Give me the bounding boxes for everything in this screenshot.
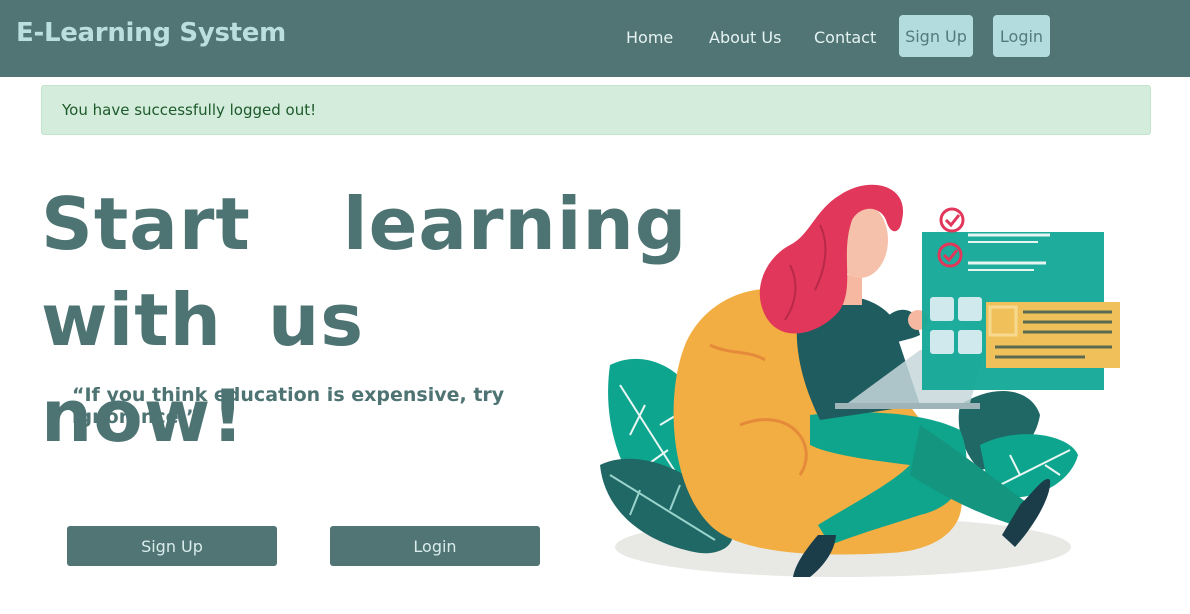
headline-line-2: with us now! (41, 278, 365, 458)
alert-message: You have successfully logged out! (62, 101, 317, 119)
hero-signup-button[interactable]: Sign Up (67, 526, 277, 566)
nav-contact-link[interactable]: Contact (814, 28, 876, 47)
nav-login-button[interactable]: Login (993, 15, 1050, 57)
woman-studying-illustration (600, 184, 1120, 577)
nav-home-link[interactable]: Home (626, 28, 673, 47)
hero-login-button[interactable]: Login (330, 526, 540, 566)
brand-title[interactable]: E-Learning System (16, 18, 286, 48)
nav-signup-button[interactable]: Sign Up (899, 15, 973, 57)
hero-quote: “If you think education is expensive, tr… (72, 384, 505, 428)
navbar: E-Learning System Home About Us Contact … (0, 0, 1190, 77)
nav-about-link[interactable]: About Us (709, 28, 781, 47)
headline-line-1: Start learning (41, 182, 688, 266)
logout-success-alert: You have successfully logged out! (41, 85, 1151, 135)
